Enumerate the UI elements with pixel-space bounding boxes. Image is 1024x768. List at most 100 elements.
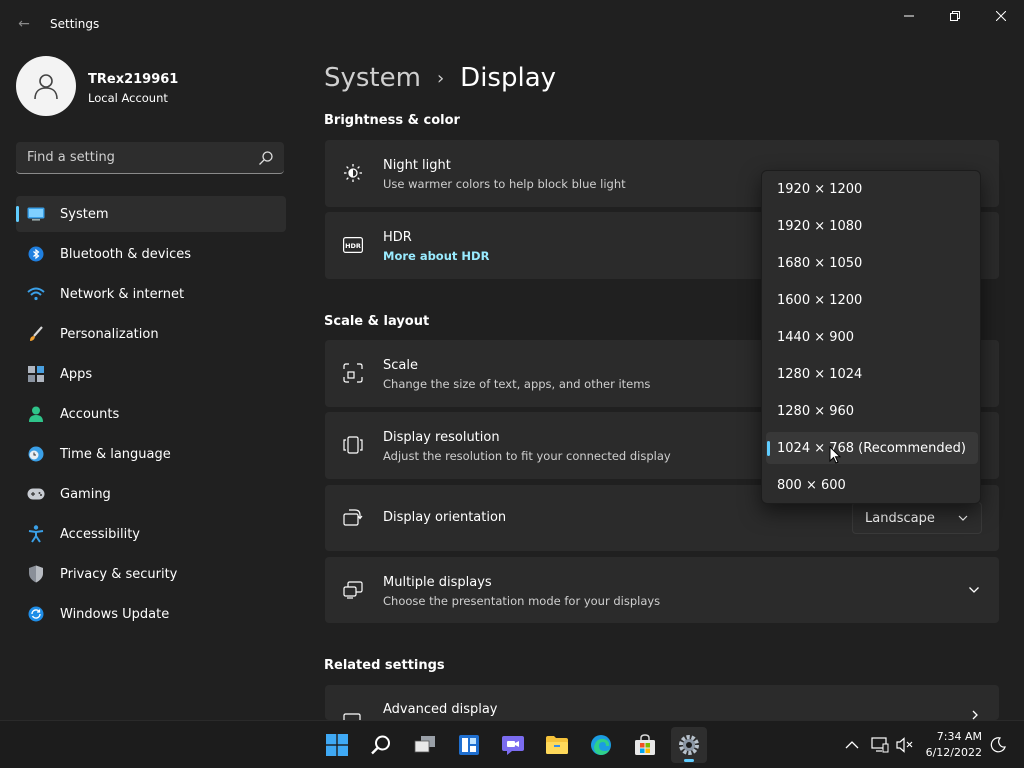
sidebar-item-label: Network & internet	[60, 286, 185, 302]
maximize-button[interactable]	[932, 0, 978, 32]
display-resolution-title: Display resolution	[383, 430, 500, 445]
gamepad-icon	[27, 485, 45, 503]
resolution-option[interactable]: 800 × 600	[766, 469, 978, 501]
user-name: TRex219961	[88, 72, 179, 87]
scale-subtitle: Change the size of text, apps, and other…	[383, 377, 651, 391]
chevron-right-icon	[972, 710, 978, 720]
orientation-select[interactable]: Landscape	[852, 502, 982, 534]
chevron-down-icon	[958, 515, 968, 521]
chevron-down-icon[interactable]	[968, 584, 980, 596]
sidebar-item-apps[interactable]: Apps	[16, 356, 286, 392]
resolution-option[interactable]: 1920 × 1200	[766, 173, 978, 205]
chat-icon	[502, 736, 524, 755]
resolution-option[interactable]: 1280 × 1024	[766, 358, 978, 390]
sidebar-item-label: Windows Update	[60, 606, 170, 622]
sidebar-item-personalization[interactable]: Personalization	[16, 316, 286, 352]
sidebar-item-windows-update[interactable]: Windows Update	[16, 596, 286, 632]
breadcrumb-parent[interactable]: System	[324, 63, 421, 93]
minimize-icon	[904, 15, 914, 17]
sidebar-item-label: Gaming	[60, 486, 111, 502]
search-icon	[371, 735, 390, 755]
hdr-title: HDR	[383, 230, 412, 245]
resolution-option[interactable]: 1280 × 960	[766, 395, 978, 427]
multiple-displays-title: Multiple displays	[383, 575, 492, 590]
breadcrumb-chevron-icon: ›	[436, 67, 445, 89]
sidebar-item-system[interactable]: System	[16, 196, 286, 232]
night-light-icon	[343, 163, 363, 183]
resolution-option[interactable]: 1600 × 1200	[766, 284, 978, 316]
sidebar-item-label: Accessibility	[60, 526, 140, 542]
resolution-option-selected[interactable]: 1024 × 768 (Recommended)	[766, 432, 978, 464]
account-type: Local Account	[88, 91, 168, 105]
sidebar-item-gaming[interactable]: Gaming	[16, 476, 286, 512]
network-monitor-icon	[871, 737, 889, 753]
network-tray-button[interactable]	[870, 735, 890, 755]
sidebar-item-bluetooth[interactable]: Bluetooth & devices	[16, 236, 286, 272]
edge-button[interactable]	[583, 727, 619, 763]
close-icon	[996, 11, 1006, 21]
sidebar-item-privacy[interactable]: Privacy & security	[16, 556, 286, 592]
taskbar-clock[interactable]: 7:34 AM 6/12/2022	[918, 729, 982, 761]
store-icon	[635, 734, 655, 755]
resolution-option-label: 1024 × 768 (Recommended)	[777, 441, 966, 456]
app-title: Settings	[50, 17, 100, 31]
task-view-button[interactable]	[407, 727, 443, 763]
sidebar-item-accessibility[interactable]: Accessibility	[16, 516, 286, 552]
sidebar-item-time-language[interactable]: Time & language	[16, 436, 286, 472]
sidebar-item-network[interactable]: Network & internet	[16, 276, 286, 312]
multiple-displays-card[interactable]: Multiple displays Choose the presentatio…	[325, 557, 999, 623]
avatar	[16, 56, 76, 116]
search-icon[interactable]	[258, 150, 274, 166]
sidebar-item-accounts[interactable]: Accounts	[16, 396, 286, 432]
search-box	[16, 142, 284, 174]
close-button[interactable]	[978, 0, 1024, 32]
hdr-icon: HDR	[343, 235, 363, 255]
settings-taskbar-button[interactable]	[671, 727, 707, 763]
store-button[interactable]	[627, 727, 663, 763]
multiple-displays-icon	[343, 580, 363, 600]
resolution-option[interactable]: 1920 × 1080	[766, 210, 978, 242]
title-bar: ← Settings	[0, 0, 1024, 48]
sidebar-item-label: Apps	[60, 366, 93, 382]
sidebar-item-label: Privacy & security	[60, 566, 178, 582]
scale-title: Scale	[383, 358, 418, 373]
volume-muted-icon	[896, 737, 913, 753]
scale-icon	[343, 363, 363, 383]
task-view-icon	[414, 736, 435, 753]
person-icon	[27, 405, 45, 423]
resolution-option-label: 1680 × 1050	[777, 256, 863, 271]
resolution-option[interactable]: 1680 × 1050	[766, 247, 978, 279]
orientation-value: Landscape	[865, 511, 935, 526]
show-hidden-icons-button[interactable]	[842, 735, 862, 755]
system-monitor-icon	[27, 205, 45, 223]
taskbar-search-button[interactable]	[363, 727, 399, 763]
file-explorer-icon	[546, 736, 568, 754]
start-button[interactable]	[319, 727, 355, 763]
widgets-button[interactable]	[451, 727, 487, 763]
sidebar-item-label: System	[60, 206, 109, 222]
user-profile[interactable]: TRex219961 Local Account	[16, 56, 286, 118]
person-avatar-icon	[34, 74, 58, 100]
chat-button[interactable]	[495, 727, 531, 763]
volume-tray-button[interactable]	[895, 735, 915, 755]
wifi-icon	[27, 285, 45, 303]
resolution-option-label: 1280 × 1024	[777, 367, 863, 382]
focus-assist-button[interactable]	[988, 735, 1008, 755]
page-title: Display	[460, 63, 557, 93]
search-input[interactable]	[16, 142, 252, 173]
more-about-hdr-link[interactable]: More about HDR	[383, 249, 489, 263]
resolution-icon	[343, 435, 363, 455]
back-button[interactable]: ←	[10, 12, 38, 36]
clock-time: 7:34 AM	[936, 730, 982, 743]
sidebar-item-label: Personalization	[60, 326, 159, 342]
active-app-indicator	[684, 759, 694, 762]
bluetooth-icon	[27, 245, 45, 263]
resolution-option[interactable]: 1440 × 900	[766, 321, 978, 353]
advanced-display-card[interactable]: Advanced display	[325, 685, 999, 724]
night-light-subtitle: Use warmer colors to help block blue lig…	[383, 177, 626, 191]
file-explorer-button[interactable]	[539, 727, 575, 763]
multiple-displays-subtitle: Choose the presentation mode for your di…	[383, 594, 661, 608]
shield-icon	[27, 565, 45, 583]
sidebar-item-label: Time & language	[60, 446, 171, 462]
minimize-button[interactable]	[886, 0, 932, 32]
